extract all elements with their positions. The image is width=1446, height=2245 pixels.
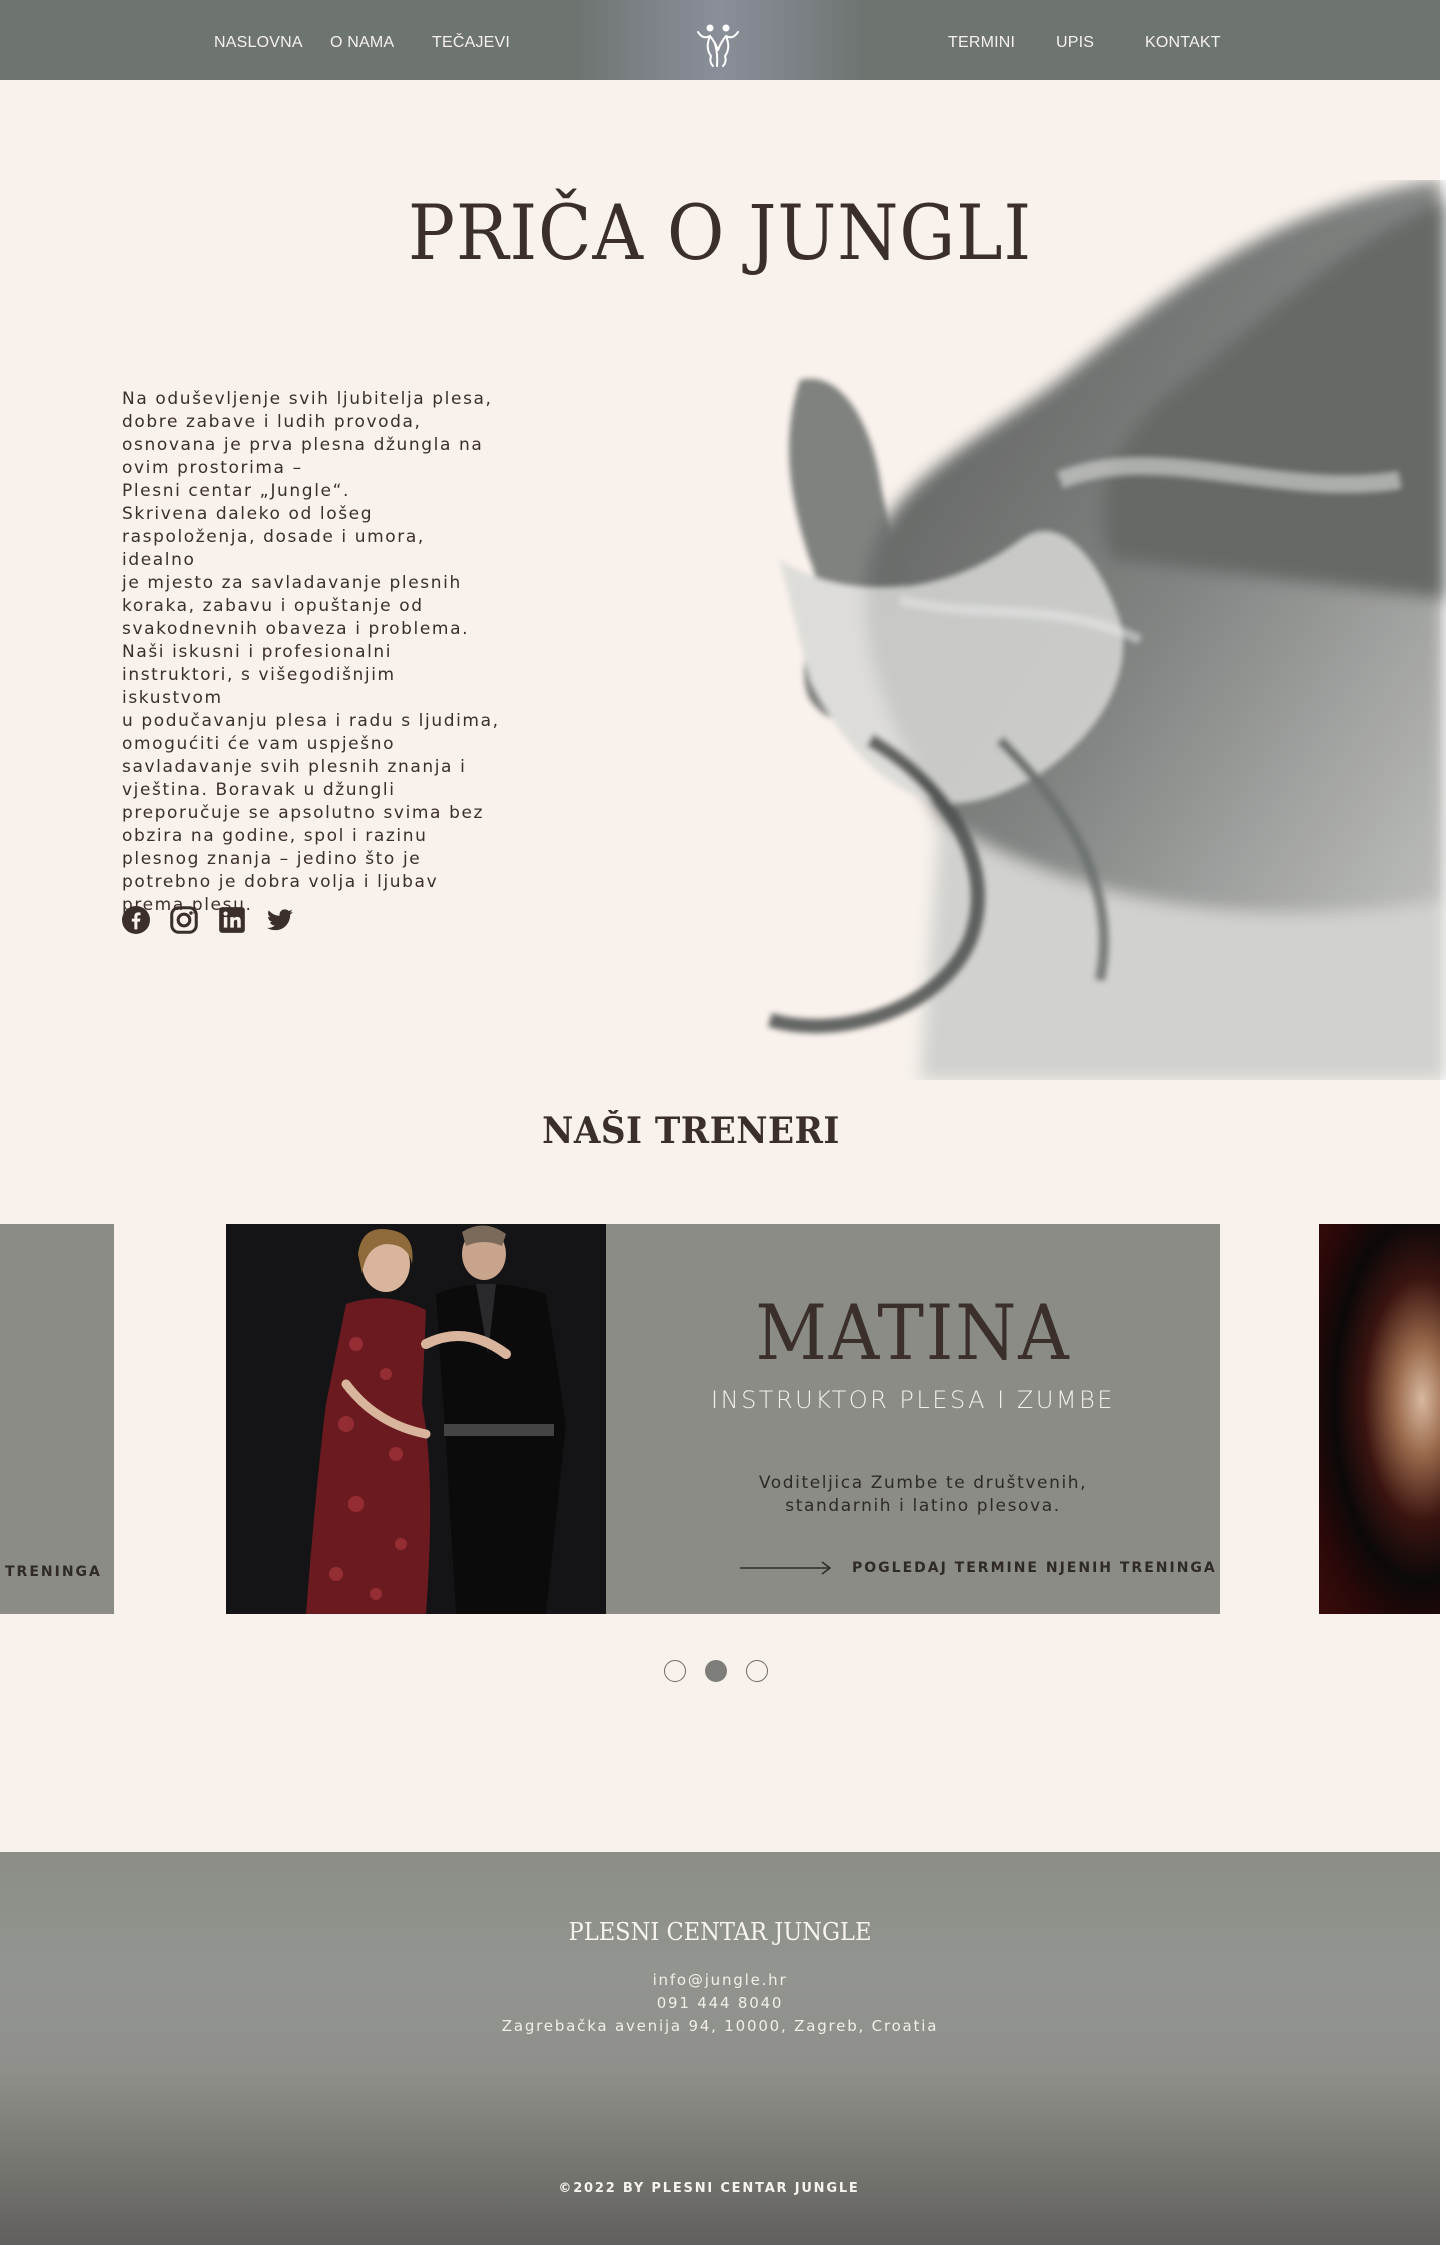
copyright: ©2022 BY PLESNI CENTAR JUNGLE bbox=[558, 2181, 860, 2196]
trainer-name: MATINA bbox=[755, 1288, 1071, 1377]
trainer-role: INSTRUKTOR PLESA I ZUMBE bbox=[711, 1386, 1115, 1414]
carousel-dot-3[interactable] bbox=[746, 1660, 768, 1682]
trainers-section-title: NAŠI TRENERI bbox=[542, 1110, 840, 1152]
story-paragraph: Na oduševljenje svih ljubitelja plesa, d… bbox=[122, 389, 500, 915]
footer-email[interactable]: info@jungle.hr bbox=[0, 1971, 1440, 1989]
footer-address: Zagrebačka avenija 94, 10000, Zagreb, Cr… bbox=[501, 2017, 939, 2035]
trainer-photo bbox=[226, 1224, 606, 1614]
nav-link-o-nama[interactable]: O NAMA bbox=[330, 34, 394, 52]
arrow-right-icon bbox=[740, 1561, 832, 1575]
next-trainer-card[interactable] bbox=[1319, 1224, 1440, 1614]
carousel-dot-1[interactable] bbox=[664, 1660, 686, 1682]
instagram-icon[interactable] bbox=[170, 906, 198, 934]
footer-title: PLESNI CENTAR JUNGLE bbox=[568, 1918, 872, 1946]
facebook-icon[interactable] bbox=[122, 906, 150, 934]
linkedin-icon[interactable] bbox=[218, 906, 246, 934]
twitter-icon[interactable] bbox=[266, 906, 294, 934]
trainer-schedule-label: POGLEDAJ TERMINE NJENIH TRENINGA bbox=[852, 1560, 1217, 1576]
nav-link-termini[interactable]: TERMINI bbox=[948, 34, 1015, 52]
trainer-schedule-link[interactable]: POGLEDAJ TERMINE NJENIH TRENINGA bbox=[740, 1560, 1217, 1576]
nav-link-kontakt[interactable]: KONTAKT bbox=[1145, 34, 1221, 52]
nav-link-tecajevi[interactable]: TEČAJEVI bbox=[432, 34, 510, 52]
footer-phone[interactable]: 091 444 8040 bbox=[0, 1994, 1440, 2012]
top-nav: NASLOVNA O NAMA TEČAJEVI TERMINI UPIS KO… bbox=[0, 0, 1440, 80]
dancers-logo-icon[interactable] bbox=[693, 20, 743, 70]
dancer-smoke-image bbox=[640, 180, 1446, 1080]
carousel-dots bbox=[664, 1660, 768, 1682]
trainer-description: Voditeljica Zumbe te društvenih, standar… bbox=[758, 1473, 1088, 1516]
nav-link-naslovna[interactable]: NASLOVNA bbox=[214, 34, 303, 52]
previous-trainer-card[interactable] bbox=[0, 1224, 114, 1614]
carousel-dot-2[interactable] bbox=[705, 1660, 727, 1682]
previous-trainer-cta[interactable]: TRENINGA bbox=[5, 1564, 102, 1580]
nav-link-upis[interactable]: UPIS bbox=[1056, 34, 1094, 52]
social-links bbox=[122, 906, 294, 934]
